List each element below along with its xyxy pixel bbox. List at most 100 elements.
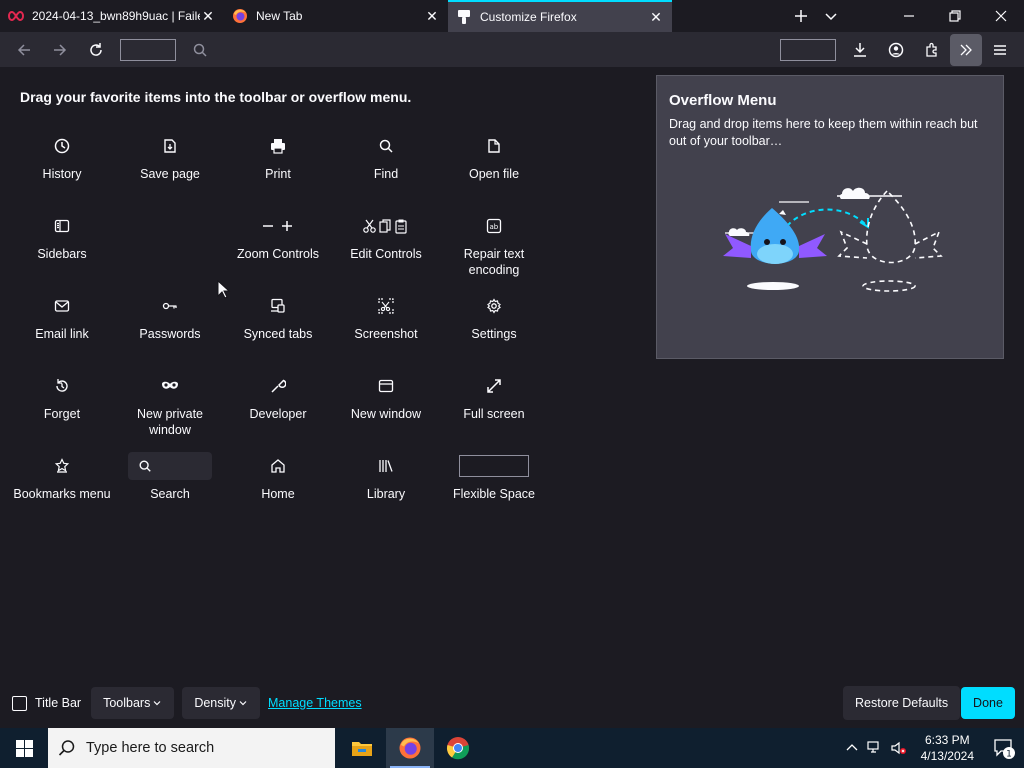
forward-button[interactable] xyxy=(42,34,78,66)
palette-item-save-page[interactable]: Save page xyxy=(116,126,224,206)
tab-title: 2024-04-13_bwn89h9uac | Failed xyxy=(32,9,200,23)
palette-item-print[interactable]: Print xyxy=(224,126,332,206)
palette-item-library[interactable]: Library xyxy=(332,446,440,526)
paintbrush-icon xyxy=(456,9,472,25)
taskbar-chrome[interactable] xyxy=(434,728,482,768)
downloads-button[interactable] xyxy=(842,34,878,66)
taskbar-clock[interactable]: 6:33 PM 4/13/2024 xyxy=(921,732,974,764)
tab-new-tab[interactable]: New Tab ✕ xyxy=(224,0,448,32)
flexible-space-placeholder[interactable] xyxy=(120,38,176,61)
urlbar-search-button[interactable] xyxy=(182,34,218,66)
tab-strip: 2024-04-13_bwn89h9uac | Failed ✕ New Tab… xyxy=(0,0,1024,32)
close-tab-icon[interactable]: ✕ xyxy=(648,9,664,25)
palette-item-label: Repair text encoding xyxy=(463,247,525,277)
mask-icon xyxy=(116,366,224,406)
palette-item-label: Home xyxy=(261,487,295,501)
account-button[interactable] xyxy=(878,34,914,66)
palette-item-forget[interactable]: Forget xyxy=(8,366,116,446)
palette-item-passwords[interactable]: Passwords xyxy=(116,286,224,366)
restore-button[interactable] xyxy=(932,0,978,32)
minimize-icon xyxy=(904,15,914,17)
palette-item-label: Sidebars xyxy=(37,247,87,261)
notification-center-button[interactable]: 1 xyxy=(984,728,1024,768)
restore-icon xyxy=(949,10,961,22)
palette-item-synced-tabs[interactable]: Synced tabs xyxy=(224,286,332,366)
chevron-down-icon xyxy=(153,701,161,706)
title-bar-checkbox[interactable] xyxy=(12,695,27,711)
toolbars-button[interactable]: Toolbars xyxy=(91,687,175,719)
palette-item-edit-controls[interactable]: Edit Controls xyxy=(332,206,440,286)
search-box-shape xyxy=(128,452,212,480)
palette-item-label: Search xyxy=(150,487,190,501)
palette-item-label: Bookmarks menu xyxy=(13,487,111,501)
palette-item-full-screen[interactable]: Full screen xyxy=(440,366,548,446)
close-tab-icon[interactable]: ✕ xyxy=(424,8,440,24)
taskbar-search-box[interactable]: Type here to search xyxy=(48,728,335,768)
palette-item-new-private-window[interactable]: New private window xyxy=(116,366,224,446)
palette-item-developer[interactable]: Developer xyxy=(224,366,332,446)
taskbar-file-explorer[interactable] xyxy=(338,728,386,768)
tab-title: Customize Firefox xyxy=(480,10,577,24)
show-hidden-icons-button[interactable] xyxy=(841,728,863,768)
volume-status[interactable] xyxy=(887,728,911,768)
palette-item-label: Find xyxy=(373,167,399,181)
done-button[interactable]: Done xyxy=(961,687,1015,719)
reload-icon xyxy=(90,42,102,56)
palette-item-label: Settings xyxy=(471,327,517,341)
double-chevron-right-icon xyxy=(960,44,972,55)
palette-item-label: New window xyxy=(350,407,422,421)
restore-defaults-button[interactable]: Restore Defaults xyxy=(843,686,961,720)
palette-item-bookmarks-menu[interactable]: Bookmarks menu xyxy=(8,446,116,526)
download-icon xyxy=(854,42,866,57)
app-menu-button[interactable] xyxy=(982,34,1018,66)
window-icon xyxy=(332,366,440,406)
minimize-button[interactable] xyxy=(886,0,932,32)
palette-item-find[interactable]: Find xyxy=(332,126,440,206)
library-icon xyxy=(332,446,440,486)
flexible-space-icon xyxy=(440,446,548,486)
flexible-space-box xyxy=(459,455,529,477)
palette-item-home[interactable]: Home xyxy=(224,446,332,526)
palette-item-search[interactable]: Search xyxy=(116,446,224,526)
new-tab-button[interactable] xyxy=(786,0,816,32)
tab-customize-firefox[interactable]: Customize Firefox ✕ xyxy=(448,0,672,32)
taskbar-search-placeholder: Type here to search xyxy=(86,740,215,756)
volume-muted-icon xyxy=(891,741,906,755)
palette-item-repair-text-encoding[interactable]: ab Repair text encoding xyxy=(440,206,548,286)
system-tray: 6:33 PM 4/13/2024 1 xyxy=(841,728,1024,768)
tab-failed-run[interactable]: 2024-04-13_bwn89h9uac | Failed ✕ xyxy=(0,0,224,32)
clock-time: 6:33 PM xyxy=(924,733,970,747)
start-button[interactable] xyxy=(0,728,48,768)
palette-item-history[interactable]: History xyxy=(8,126,116,206)
back-button[interactable] xyxy=(6,34,42,66)
chrome-icon xyxy=(446,737,470,760)
palette-item-open-file[interactable]: Open file xyxy=(440,126,548,206)
palette-item-screenshot[interactable]: Screenshot xyxy=(332,286,440,366)
palette-item-flexible-space[interactable]: Flexible Space xyxy=(440,446,548,526)
overflow-menu-button[interactable] xyxy=(950,33,982,66)
close-tab-icon[interactable]: ✕ xyxy=(200,8,216,24)
taskbar-firefox[interactable] xyxy=(386,728,434,768)
close-window-button[interactable] xyxy=(978,0,1024,32)
manage-themes-link[interactable]: Manage Themes xyxy=(268,696,362,710)
list-all-tabs-button[interactable] xyxy=(816,0,846,32)
palette-item-sidebars[interactable]: Sidebars xyxy=(8,206,116,286)
fullscreen-icon xyxy=(440,366,548,406)
windows-logo-icon xyxy=(15,739,33,757)
overflow-menu-panel[interactable]: Overflow Menu Drag and drop items here t… xyxy=(656,75,1004,359)
network-status[interactable] xyxy=(863,728,887,768)
customize-footer: Title Bar Toolbars Density Manage Themes… xyxy=(0,686,1024,720)
clock-icon xyxy=(8,126,116,166)
palette-item-zoom-controls[interactable]: Zoom Controls xyxy=(224,206,332,286)
overflow-description: Drag and drop items here to keep them wi… xyxy=(669,117,978,148)
density-label: Density xyxy=(194,696,237,710)
palette-item-new-window[interactable]: New window xyxy=(332,366,440,446)
palette-item-email-link[interactable]: Email link xyxy=(8,286,116,366)
flexible-space-placeholder-right[interactable] xyxy=(780,38,836,61)
palette-item-settings[interactable]: Settings xyxy=(440,286,548,366)
reload-button[interactable] xyxy=(78,34,114,66)
palette-item-label: Flexible Space xyxy=(453,487,535,501)
palette-item-label: Synced tabs xyxy=(243,327,313,341)
extensions-button[interactable] xyxy=(914,34,950,66)
density-button[interactable]: Density xyxy=(182,687,261,719)
